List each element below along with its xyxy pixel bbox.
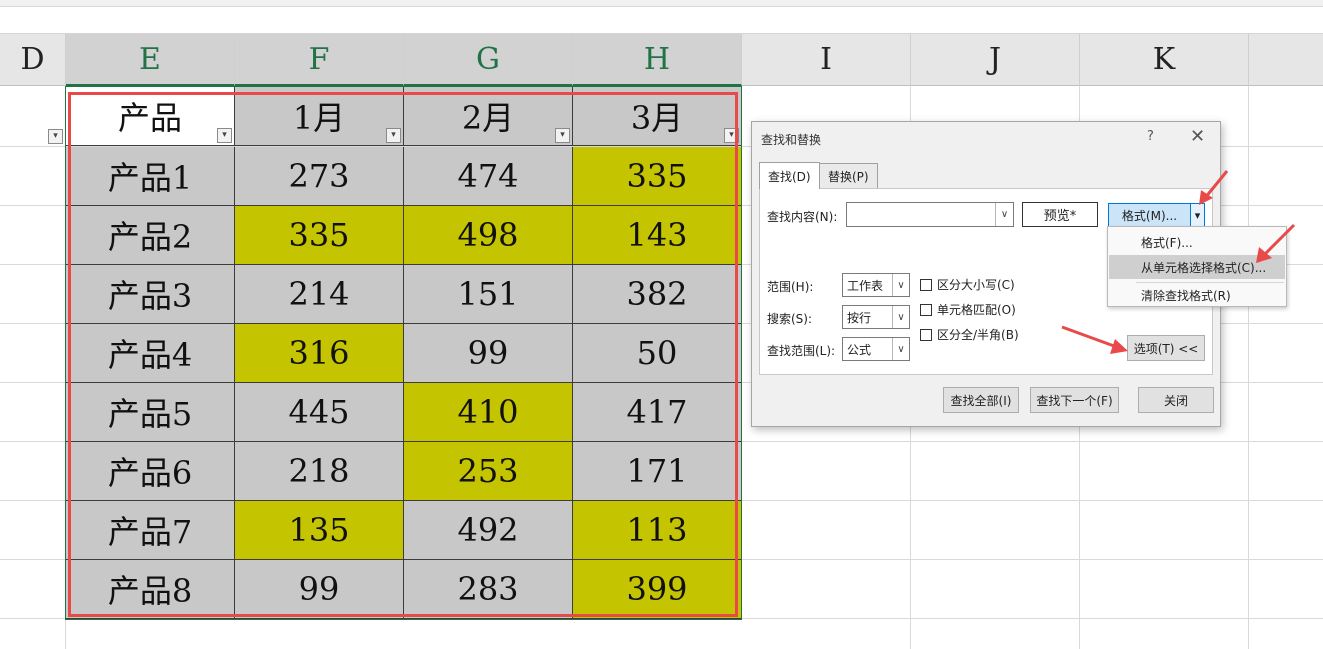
menu-item-clear-find-format[interactable]: 清除查找格式(R) — [1109, 283, 1285, 307]
find-next-button[interactable]: 查找下一个(F) — [1030, 387, 1119, 413]
column-header-g[interactable]: G — [404, 34, 573, 86]
help-icon[interactable]: ? — [1147, 129, 1154, 144]
filter-dropdown-icon[interactable]: ▾ — [386, 128, 401, 143]
table-cell[interactable]: 335 — [573, 147, 742, 206]
search-order-value: 按行 — [847, 310, 872, 325]
table-cell[interactable]: 218 — [235, 442, 404, 501]
format-preview: 预览* — [1022, 202, 1098, 227]
scope-select[interactable]: 工作表 ∨ — [842, 273, 910, 297]
table-cell[interactable]: 产品6 — [66, 442, 235, 501]
table-header-cell[interactable]: ▾ 3月 — [573, 87, 742, 146]
header-text: 3月 — [630, 99, 684, 137]
table-cell[interactable]: 135 — [235, 501, 404, 560]
match-width-checkbox[interactable]: 区分全/半角(B) — [920, 326, 1019, 343]
filter-dropdown-icon[interactable]: ▾ — [724, 128, 739, 143]
search-label: 搜索(S): — [767, 312, 813, 326]
tab-find[interactable]: 查找(D) — [759, 162, 820, 189]
chevron-down-icon[interactable]: ∨ — [995, 203, 1013, 226]
filter-dropdown-icon[interactable]: ▾ — [217, 128, 232, 143]
match-case-checkbox[interactable]: 区分大小写(C) — [920, 276, 1015, 293]
table-cell[interactable]: 417 — [573, 383, 742, 442]
header-text: 2月 — [461, 99, 515, 137]
checkbox-box[interactable] — [920, 328, 932, 341]
lookin-label: 查找范围(L): — [767, 344, 836, 358]
table-cell[interactable]: 492 — [404, 501, 573, 560]
format-menu: 格式(F)... 从单元格选择格式(C)... 清除查找格式(R) — [1107, 226, 1287, 307]
table-cell[interactable]: 273 — [235, 147, 404, 206]
gridline — [1248, 86, 1249, 649]
table-cell[interactable]: 产品8 — [66, 560, 235, 619]
filter-dropdown-icon[interactable]: ▾ — [48, 129, 63, 144]
column-header-k[interactable]: K — [1080, 34, 1249, 86]
scope-value: 工作表 — [847, 278, 884, 293]
checkbox-box[interactable] — [920, 278, 932, 291]
column-header-h[interactable]: H — [573, 34, 742, 86]
chevron-down-icon[interactable]: ∨ — [892, 338, 909, 360]
table-header-cell[interactable]: ▾ 1月 — [235, 87, 404, 146]
match-entire-cell-checkbox[interactable]: 单元格匹配(O) — [920, 301, 1016, 318]
table-header-cell[interactable]: ▾ 产品 — [66, 87, 235, 146]
table-cell[interactable]: 283 — [404, 560, 573, 619]
column-header-d[interactable]: D — [0, 34, 66, 86]
table-cell[interactable]: 171 — [573, 442, 742, 501]
table-cell[interactable]: 产品2 — [66, 206, 235, 265]
match-width-label: 区分全/半角(B) — [937, 328, 1019, 342]
format-button[interactable]: 格式(M)... — [1108, 203, 1191, 227]
find-label: 查找内容(N): — [767, 210, 838, 224]
options-button[interactable]: 选项(T) << — [1127, 335, 1205, 361]
table-cell[interactable]: 产品5 — [66, 383, 235, 442]
table-cell[interactable]: 50 — [573, 324, 742, 383]
filter-dropdown-icon[interactable]: ▾ — [555, 128, 570, 143]
formula-bar[interactable] — [0, 7, 1323, 34]
format-dropdown-icon[interactable]: ▾ — [1191, 203, 1205, 227]
table-cell[interactable]: 113 — [573, 501, 742, 560]
checkbox-box[interactable] — [920, 303, 932, 316]
table-cell[interactable]: 214 — [235, 265, 404, 324]
column-header-f[interactable]: F — [235, 34, 404, 86]
lookin-value: 公式 — [847, 342, 872, 357]
table-cell[interactable]: 151 — [404, 265, 573, 324]
close-button[interactable]: 关闭 — [1138, 387, 1214, 413]
match-case-label: 区分大小写(C) — [937, 278, 1015, 292]
menu-item-choose-format-from-cell[interactable]: 从单元格选择格式(C)... — [1109, 255, 1285, 279]
table-cell[interactable]: 143 — [573, 206, 742, 265]
table-cell[interactable]: 498 — [404, 206, 573, 265]
table-cell[interactable]: 产品3 — [66, 265, 235, 324]
table-cell[interactable]: 445 — [235, 383, 404, 442]
ribbon-strip — [0, 0, 1323, 7]
table-cell[interactable]: 99 — [235, 560, 404, 619]
match-entire-cell-label: 单元格匹配(O) — [937, 303, 1016, 317]
column-header-blank — [1249, 34, 1323, 86]
menu-item-format[interactable]: 格式(F)... — [1109, 230, 1285, 254]
search-order-select[interactable]: 按行 ∨ — [842, 305, 910, 329]
header-text: 1月 — [292, 99, 346, 137]
column-header-i[interactable]: I — [742, 34, 911, 86]
column-header-e[interactable]: E — [66, 34, 235, 86]
chevron-down-icon[interactable]: ∨ — [892, 306, 909, 328]
scope-label: 范围(H): — [767, 280, 814, 294]
find-input[interactable]: ∨ — [846, 202, 1014, 227]
column-header-j[interactable]: J — [911, 34, 1080, 86]
lookin-select[interactable]: 公式 ∨ — [842, 337, 910, 361]
tab-replace[interactable]: 替换(P) — [819, 163, 878, 188]
table-header-cell[interactable]: ▾ 2月 — [404, 87, 573, 146]
table-cell[interactable]: 382 — [573, 265, 742, 324]
table-cell[interactable]: 316 — [235, 324, 404, 383]
chevron-down-icon[interactable]: ∨ — [892, 274, 909, 296]
table-cell[interactable]: 474 — [404, 147, 573, 206]
dialog-title: 查找和替换 — [761, 133, 822, 147]
find-all-button[interactable]: 查找全部(I) — [943, 387, 1019, 413]
table-cell[interactable]: 410 — [404, 383, 573, 442]
table-cell[interactable]: 335 — [235, 206, 404, 265]
table-cell[interactable]: 产品1 — [66, 147, 235, 206]
table-cell[interactable]: 399 — [573, 560, 742, 619]
table-cell[interactable]: 产品7 — [66, 501, 235, 560]
table-cell[interactable]: 99 — [404, 324, 573, 383]
header-text: 产品 — [117, 99, 182, 137]
table-cell[interactable]: 产品4 — [66, 324, 235, 383]
close-icon[interactable]: ✕ — [1190, 126, 1205, 147]
table-cell[interactable]: 253 — [404, 442, 573, 501]
